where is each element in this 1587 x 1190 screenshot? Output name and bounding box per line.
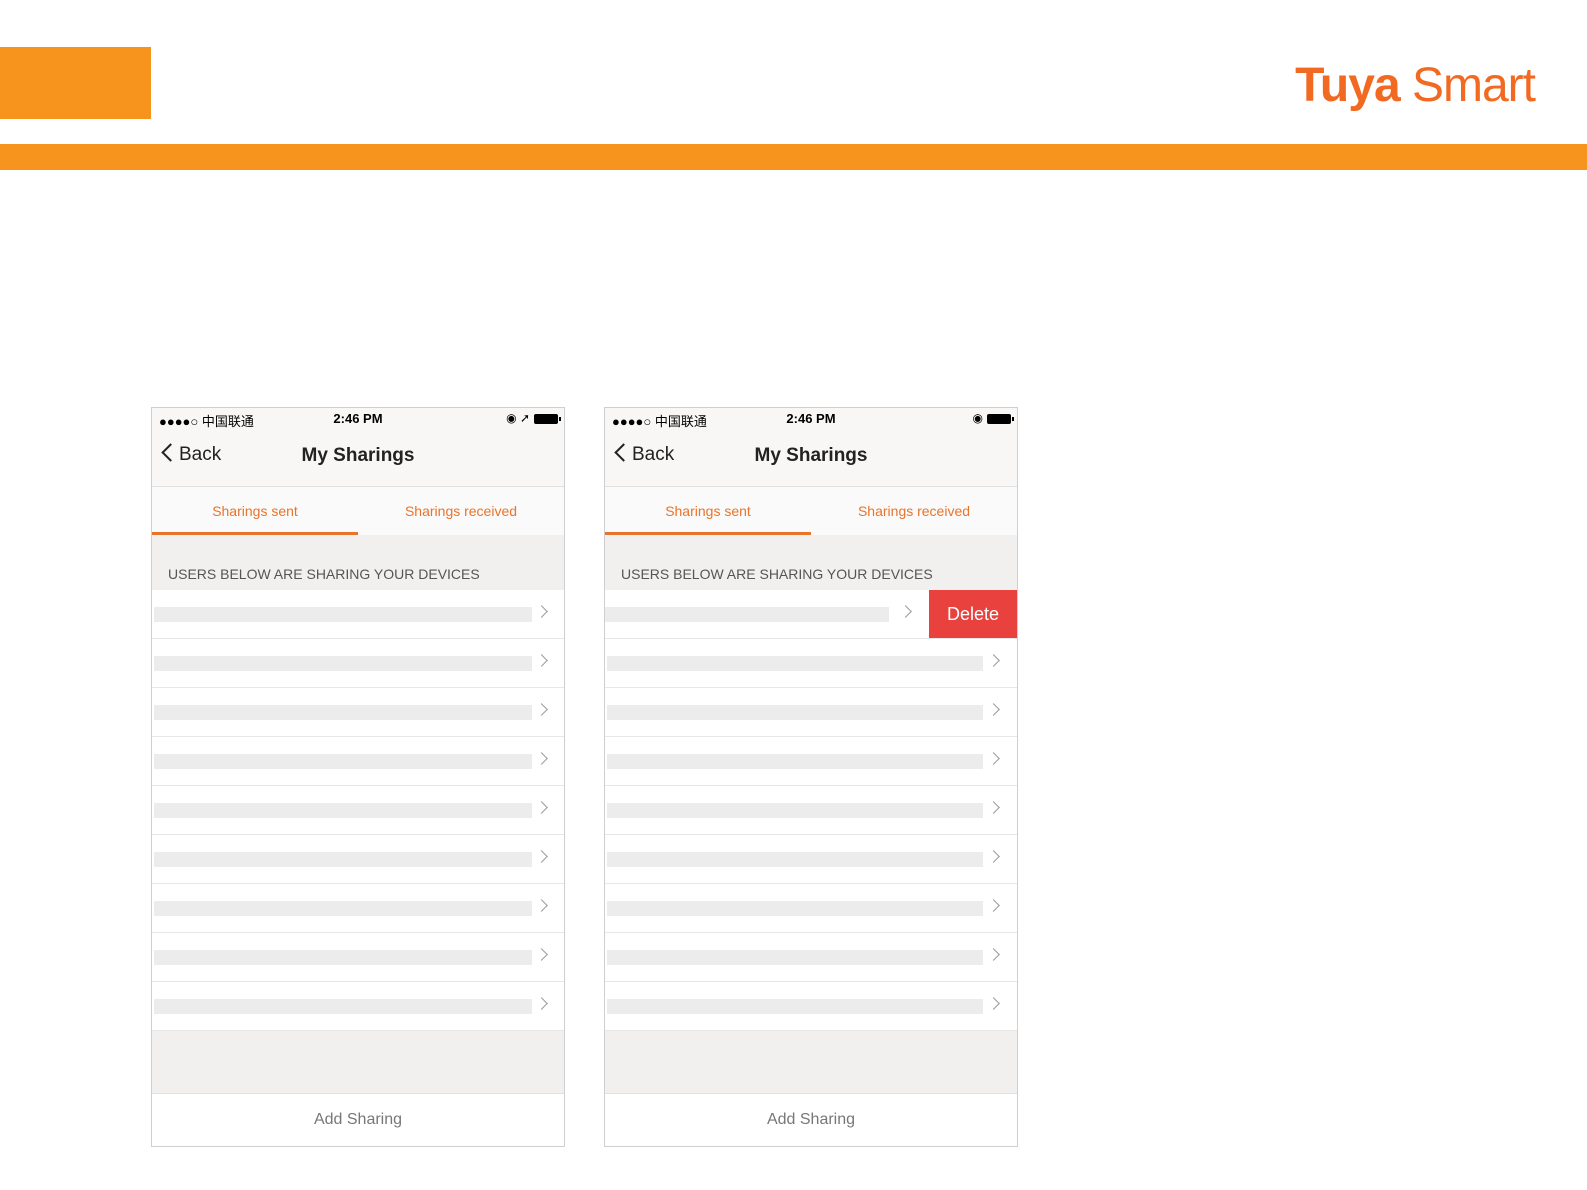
- tab-sharings-received[interactable]: Sharings received: [811, 487, 1017, 535]
- chevron-right-icon: [535, 948, 548, 961]
- list-item[interactable]: [152, 835, 564, 884]
- list-item[interactable]: [152, 688, 564, 737]
- list-item[interactable]: [605, 933, 1017, 982]
- section-header: USERS BELOW ARE SHARING YOUR DEVICES: [168, 566, 480, 582]
- status-icons: ◉ ➚: [506, 411, 561, 425]
- tab-sharings-received[interactable]: Sharings received: [358, 487, 564, 535]
- chevron-right-icon: [987, 899, 1000, 912]
- nav-bar: Back My Sharings: [152, 430, 564, 487]
- chevron-right-icon: [987, 752, 1000, 765]
- page-title: My Sharings: [754, 445, 868, 466]
- page-title: My Sharings: [301, 445, 415, 466]
- chevron-right-icon: [987, 948, 1000, 961]
- list-item[interactable]: [152, 639, 564, 688]
- chevron-right-icon: [987, 997, 1000, 1010]
- chevron-right-icon: [535, 850, 548, 863]
- redacted-user: [607, 754, 983, 769]
- redacted-user: [154, 803, 532, 818]
- redacted-user: [607, 852, 983, 867]
- redacted-user: [607, 656, 983, 671]
- redacted-user: [154, 607, 532, 622]
- chevron-right-icon: [987, 801, 1000, 814]
- status-icons: ◉: [972, 411, 1014, 425]
- list-item[interactable]: [605, 884, 1017, 933]
- list-item[interactable]: [605, 786, 1017, 835]
- chevron-right-icon: [987, 850, 1000, 863]
- redacted-user: [607, 999, 983, 1014]
- status-bar: ●●●●○ 中国联通 2:46 PM ◉ ➚: [152, 408, 564, 430]
- chevron-right-icon: [535, 801, 548, 814]
- section-header: USERS BELOW ARE SHARING YOUR DEVICES: [621, 566, 933, 582]
- redacted-user: [154, 999, 532, 1014]
- redacted-user: [607, 950, 983, 965]
- chevron-right-icon: [535, 605, 548, 618]
- tab-bar: Sharings sent Sharings received: [605, 487, 1017, 535]
- redacted-user: [154, 852, 532, 867]
- header-accent-bar: [0, 144, 1587, 170]
- status-bar: ●●●●○ 中国联通 2:46 PM ◉: [605, 408, 1017, 430]
- list-item[interactable]: [152, 884, 564, 933]
- list-item[interactable]: [605, 688, 1017, 737]
- battery-icon: [987, 413, 1014, 424]
- add-sharing-button[interactable]: Add Sharing: [605, 1093, 1017, 1146]
- redacted-user: [154, 901, 532, 916]
- list-item[interactable]: [605, 639, 1017, 688]
- chevron-right-icon: [535, 752, 548, 765]
- status-time: 2:46 PM: [333, 411, 383, 426]
- status-time: 2:46 PM: [786, 411, 836, 426]
- sharing-list: Delete: [605, 590, 1017, 1031]
- redacted-user: [154, 656, 532, 671]
- chevron-right-icon: [535, 654, 548, 667]
- chevron-right-icon: [987, 654, 1000, 667]
- redacted-user: [607, 901, 983, 916]
- redacted-user: [154, 950, 532, 965]
- tab-sharings-sent[interactable]: Sharings sent: [152, 487, 358, 535]
- list-item[interactable]: [605, 835, 1017, 884]
- list-item[interactable]: [152, 590, 564, 639]
- nav-bar: Back My Sharings: [605, 430, 1017, 487]
- list-item[interactable]: [152, 933, 564, 982]
- tab-sharings-sent[interactable]: Sharings sent: [605, 487, 811, 535]
- sharing-list: [152, 590, 564, 1031]
- add-sharing-button[interactable]: Add Sharing: [152, 1093, 564, 1146]
- redacted-user: [607, 705, 983, 720]
- phone-screenshot-left: ●●●●○ 中国联通 2:46 PM ◉ ➚ Back My Sharings …: [151, 407, 565, 1147]
- brand-logo: Tuya Smart: [1295, 58, 1536, 113]
- tab-bar: Sharings sent Sharings received: [152, 487, 564, 535]
- location-icon: ◉ ➚: [506, 411, 530, 425]
- list-item-swiped[interactable]: Delete: [605, 590, 1017, 639]
- chevron-right-icon: [535, 997, 548, 1010]
- redacted-user: [607, 803, 983, 818]
- list-item[interactable]: [152, 737, 564, 786]
- chevron-right-icon: [535, 703, 548, 716]
- redacted-user: [605, 607, 889, 622]
- redacted-user: [154, 705, 532, 720]
- chevron-right-icon: [899, 605, 912, 618]
- battery-icon: [534, 413, 561, 424]
- phone-screenshot-right: ●●●●○ 中国联通 2:46 PM ◉ Back My Sharings Sh…: [604, 407, 1018, 1147]
- brand-logo-part2: Smart: [1411, 59, 1536, 112]
- chevron-right-icon: [987, 703, 1000, 716]
- list-item[interactable]: [605, 982, 1017, 1031]
- list-item[interactable]: [605, 737, 1017, 786]
- list-item[interactable]: [152, 982, 564, 1031]
- lock-rotation-icon: ◉: [972, 411, 983, 425]
- chevron-right-icon: [535, 899, 548, 912]
- delete-button[interactable]: Delete: [929, 590, 1017, 638]
- header-accent-block: [0, 47, 151, 119]
- brand-logo-part1: Tuya: [1295, 59, 1400, 112]
- redacted-user: [154, 754, 532, 769]
- list-item[interactable]: [152, 786, 564, 835]
